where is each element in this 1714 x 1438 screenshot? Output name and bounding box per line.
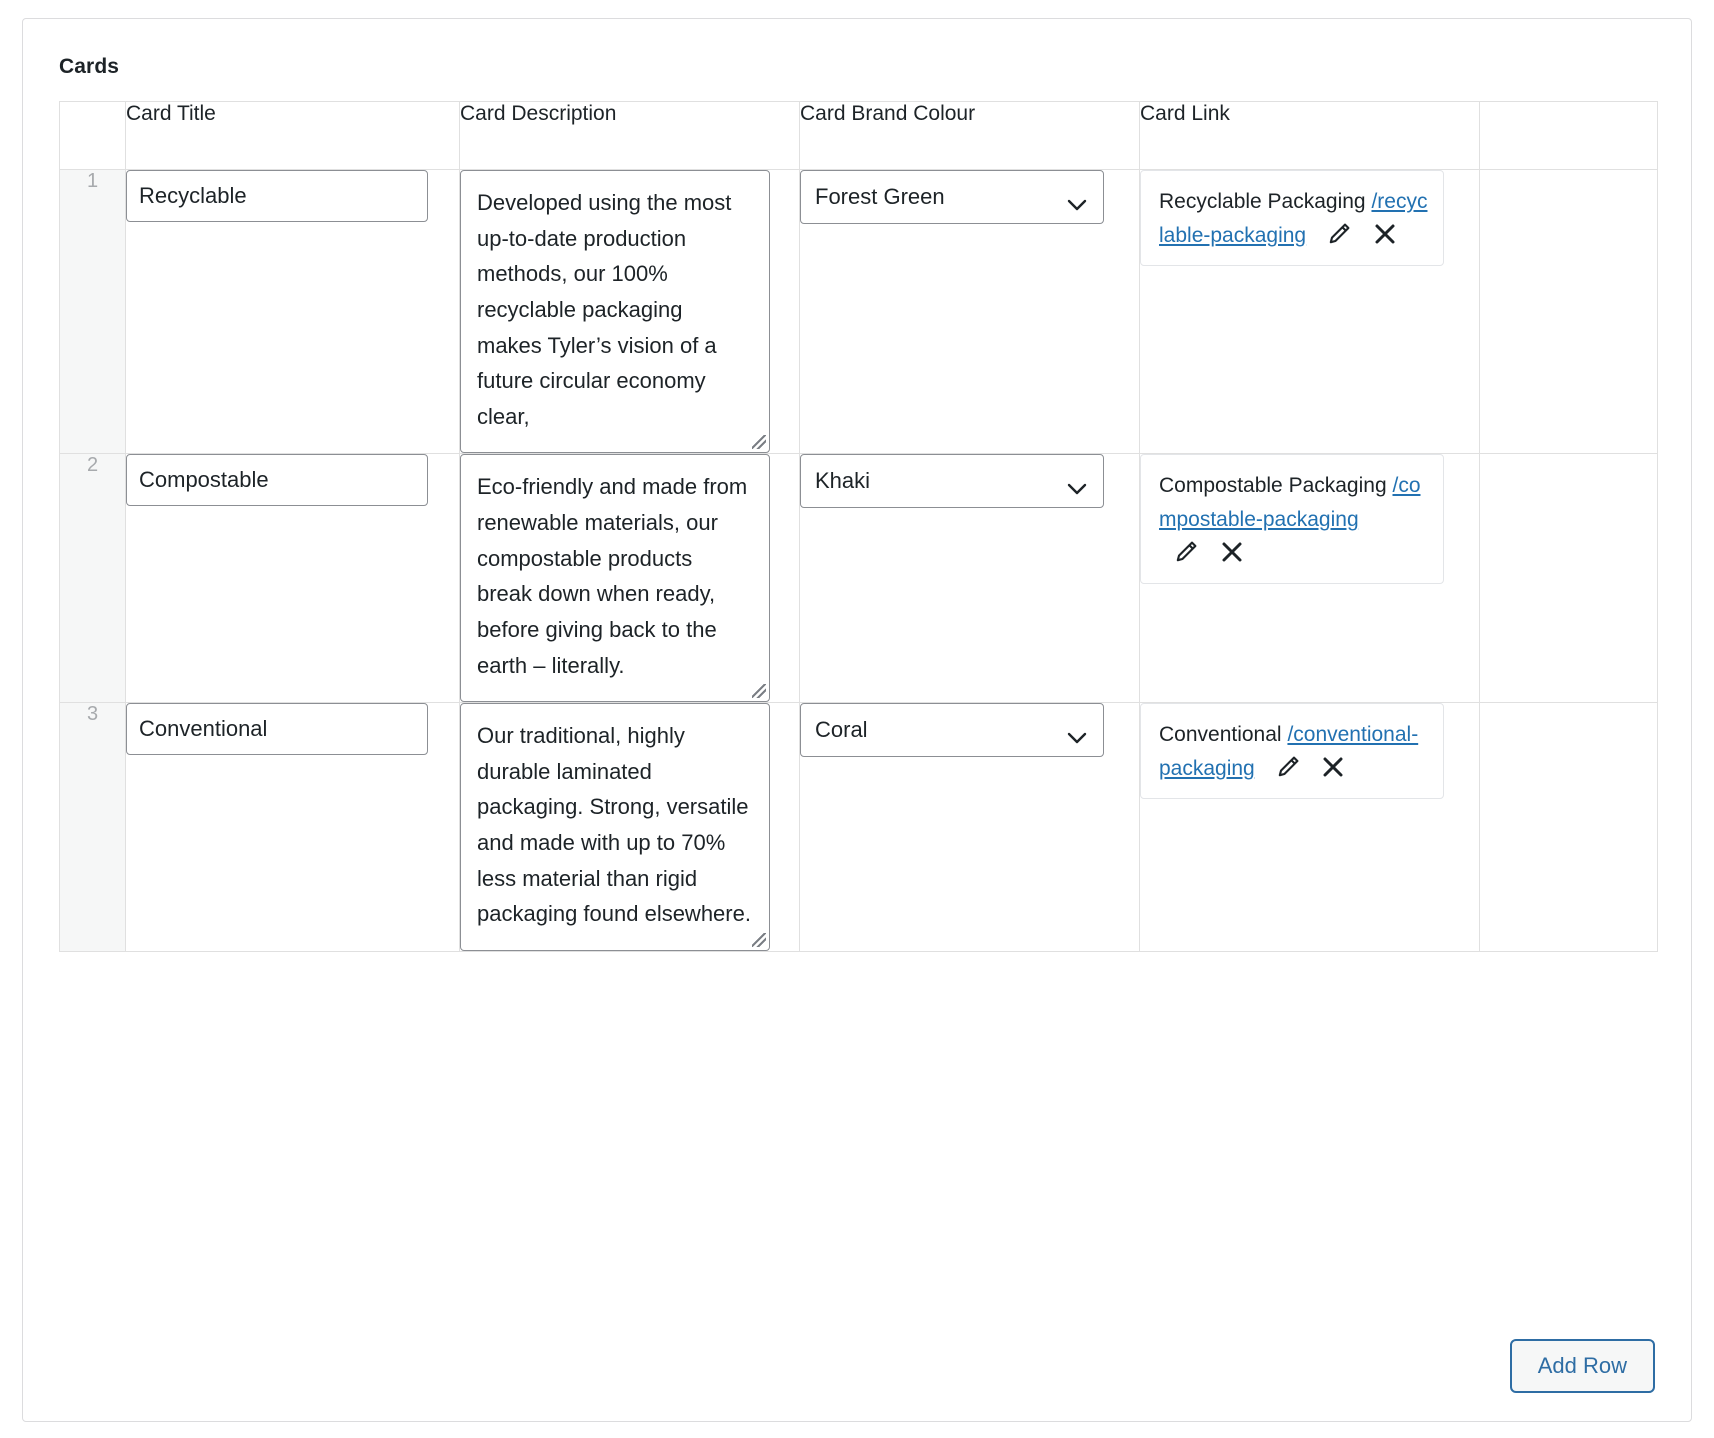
cell-card-description: Developed using the most up-to-date prod…: [459, 168, 800, 455]
card-brand-colour-value: Coral: [815, 717, 868, 743]
card-description-textarea[interactable]: Our traditional, highly durable laminate…: [460, 703, 770, 951]
close-icon[interactable]: [1219, 539, 1245, 565]
card-brand-colour-select[interactable]: Coral: [800, 703, 1104, 758]
cell-card-description: Eco-friendly and made from renewable mat…: [459, 453, 800, 704]
cell-card-link: Compostable Packaging /compostable-packa…: [1139, 453, 1480, 704]
page-title: Cards: [59, 55, 120, 78]
table-header: Card Title Card Description Card Brand C…: [59, 101, 1658, 170]
pencil-icon[interactable]: [1173, 539, 1199, 565]
cell-card-brand-colour: Forest Green: [799, 168, 1140, 455]
cell-card-description: Our traditional, highly durable laminate…: [459, 702, 800, 952]
row-order-handle[interactable]: 2: [59, 453, 126, 704]
repeater-table-wrapper: Card Title Card Description Card Brand C…: [59, 101, 1658, 952]
repeater-footer: Add Row: [59, 1338, 1655, 1393]
pencil-icon[interactable]: [1275, 754, 1301, 780]
column-header-card-link: Card Link: [1139, 101, 1480, 170]
cell-card-link: Recyclable Packaging /recyclable-packagi…: [1139, 168, 1480, 455]
table-row: 2 Eco-friendly and made from renewable m…: [59, 453, 1658, 704]
card-title-input[interactable]: [126, 703, 428, 756]
card-link-field[interactable]: Conventional /conventional-packaging: [1140, 703, 1444, 800]
cards-repeater-panel: Cards Card Title Card Description Card B…: [22, 18, 1692, 1422]
column-header-tools: [1479, 101, 1658, 170]
close-icon[interactable]: [1372, 221, 1398, 247]
column-header-card-description: Card Description: [459, 101, 800, 170]
card-link-title: Compostable Packaging: [1159, 474, 1387, 498]
card-link-title: Conventional: [1159, 723, 1282, 747]
table-row: 1 Developed using the most up-to-date pr…: [59, 168, 1658, 455]
cell-row-tools: [1479, 702, 1658, 952]
card-link-field[interactable]: Recyclable Packaging /recyclable-packagi…: [1140, 170, 1444, 267]
cell-card-title: [125, 168, 460, 455]
cell-card-link: Conventional /conventional-packaging: [1139, 702, 1480, 952]
chevron-down-icon: [1067, 475, 1087, 495]
table-row: 3 Our traditional, highly durable lamina…: [59, 702, 1658, 952]
card-brand-colour-value: Khaki: [815, 468, 871, 494]
cell-card-brand-colour: Khaki: [799, 453, 1140, 704]
cell-card-title: [125, 702, 460, 952]
card-link-title: Recyclable Packaging: [1159, 190, 1366, 213]
card-link-actions: [1159, 539, 1245, 565]
close-icon[interactable]: [1320, 754, 1346, 780]
card-brand-colour-value: Forest Green: [815, 184, 945, 209]
card-link-field[interactable]: Compostable Packaging /compostable-packa…: [1140, 454, 1444, 585]
add-row-button[interactable]: Add Row: [1509, 1338, 1655, 1393]
card-title-input[interactable]: [126, 170, 428, 222]
cell-card-title: [125, 453, 460, 704]
table-header-row: Card Title Card Description Card Brand C…: [59, 101, 1658, 170]
column-header-order: [59, 101, 126, 170]
chevron-down-icon: [1067, 191, 1087, 211]
card-brand-colour-select[interactable]: Khaki: [800, 454, 1104, 509]
cell-row-tools: [1479, 453, 1658, 704]
table-body: 1 Developed using the most up-to-date pr…: [59, 168, 1658, 952]
row-order-handle[interactable]: 3: [59, 702, 126, 952]
cell-card-brand-colour: Coral: [799, 702, 1140, 952]
card-link-actions: [1261, 754, 1347, 780]
card-brand-colour-select[interactable]: Forest Green: [800, 170, 1104, 224]
column-header-card-title: Card Title: [125, 101, 460, 170]
row-order-handle[interactable]: 1: [59, 168, 126, 455]
cards-table: Card Title Card Description Card Brand C…: [59, 101, 1658, 952]
cell-row-tools: [1479, 168, 1658, 455]
card-title-input[interactable]: [126, 454, 428, 507]
card-link-actions: [1312, 221, 1398, 247]
card-description-textarea[interactable]: Eco-friendly and made from renewable mat…: [460, 454, 770, 703]
column-header-card-brand-colour: Card Brand Colour: [799, 101, 1140, 170]
chevron-down-icon: [1067, 724, 1087, 744]
pencil-icon[interactable]: [1326, 221, 1352, 247]
card-description-textarea[interactable]: Developed using the most up-to-date prod…: [460, 170, 770, 454]
